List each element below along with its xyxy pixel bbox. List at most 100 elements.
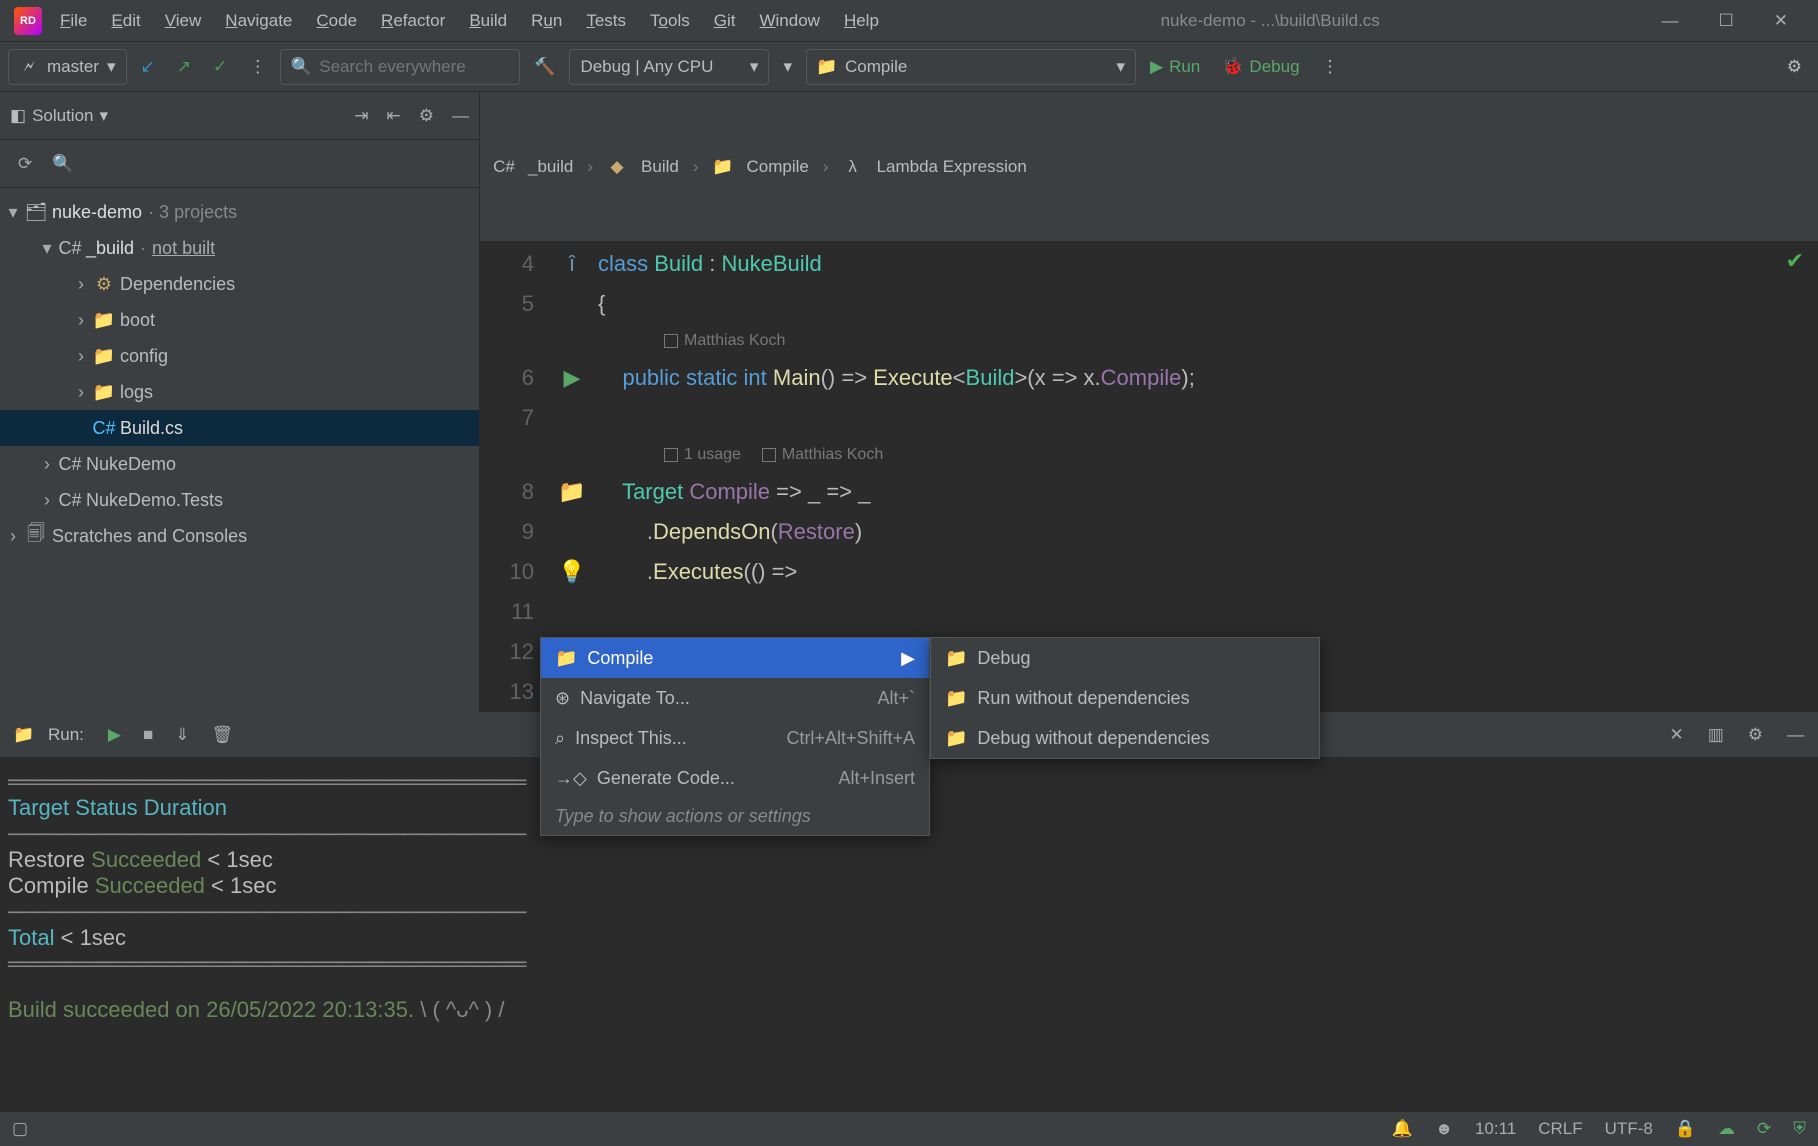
branch-selector[interactable]: 🗲 master ▾	[8, 49, 127, 85]
menu-help[interactable]: Help	[844, 11, 879, 31]
search-input[interactable]	[319, 57, 509, 77]
file-name: Build.cs	[120, 418, 183, 439]
project-nukedemo[interactable]: ›C# NukeDemo	[0, 446, 479, 482]
toolbar-more-icon[interactable]: ⋮	[1314, 57, 1347, 77]
tree-search-icon[interactable]: 🔍	[52, 154, 73, 174]
status-eol[interactable]: CRLF	[1538, 1119, 1582, 1139]
vcs-more-icon[interactable]: ⋮	[241, 57, 274, 77]
folder-label: boot	[120, 310, 155, 331]
row-total: Total	[8, 925, 54, 950]
bell-icon[interactable]: 🔔	[1392, 1119, 1413, 1139]
menu-build[interactable]: Build	[469, 11, 507, 31]
menu-refactor[interactable]: Refactor	[381, 11, 445, 31]
download-icon[interactable]: ⇓	[175, 725, 189, 745]
solution-panel-title[interactable]: ◧ Solution ▾	[10, 106, 108, 126]
code-editor[interactable]: ✔ 45678910111213 î ▶ 📁 💡 class Build : N…	[480, 242, 1818, 712]
menu-edit[interactable]: Edit	[111, 11, 140, 31]
crumb-build[interactable]: _build	[528, 157, 573, 177]
target-icon: 📁	[555, 648, 577, 669]
inspection-ok-icon: ✔	[1786, 248, 1804, 274]
layout-icon[interactable]: ▥	[1708, 725, 1724, 745]
ctx-generate[interactable]: →◇ Generate Code... Alt+Insert	[541, 758, 929, 798]
csproj-icon: C#	[60, 491, 80, 509]
close-panel-icon[interactable]: ✕	[1669, 725, 1683, 745]
project-build[interactable]: ▾ C# _build · not built	[0, 230, 479, 266]
sync-icon[interactable]: ⟳	[18, 154, 32, 174]
run-gutter-icon[interactable]: ▶	[564, 365, 581, 391]
ctx-compile[interactable]: 📁 Compile ▶	[541, 638, 929, 678]
run-config-label: Compile	[845, 57, 907, 77]
target-icon: 📁	[817, 57, 837, 77]
gear-icon[interactable]: ⚙	[1748, 725, 1763, 745]
menu-file[interactable]: File	[60, 11, 87, 31]
folder-dependencies[interactable]: ›⚙ Dependencies	[0, 266, 479, 302]
menu-code[interactable]: Code	[316, 11, 357, 31]
project-nukedemo-tests[interactable]: ›C# NukeDemo.Tests	[0, 482, 479, 518]
hide-panel-icon[interactable]: —	[452, 106, 469, 126]
run-button[interactable]: ▶ Run	[1142, 57, 1208, 77]
face-icon[interactable]: ☻	[1435, 1119, 1453, 1139]
maximize-button[interactable]: ☐	[1719, 11, 1734, 31]
crumb-lambda[interactable]: Lambda Expression	[877, 157, 1027, 177]
minimize-button[interactable]: —	[1662, 11, 1679, 31]
ctx-gen-label: Generate Code...	[597, 768, 735, 789]
crumb-compile[interactable]: Compile	[747, 157, 809, 177]
search-everywhere[interactable]: 🔍	[280, 49, 520, 85]
status-panel-icon[interactable]: ▢	[12, 1119, 28, 1139]
run-config-selector[interactable]: 📁 Compile ▾	[806, 49, 1136, 85]
status-enc[interactable]: UTF-8	[1605, 1119, 1653, 1139]
chevron-down-icon: ▾	[1116, 57, 1125, 77]
folder-config[interactable]: ›📁 config	[0, 338, 479, 374]
trash-icon[interactable]: 🗑	[212, 725, 234, 745]
settings-icon[interactable]: ⚙	[1779, 57, 1810, 77]
menu-view[interactable]: View	[165, 11, 202, 31]
gear-icon[interactable]: ⚙	[419, 106, 434, 126]
target-icon: 📁	[945, 648, 967, 669]
folder-logs[interactable]: ›📁 logs	[0, 374, 479, 410]
debug-button[interactable]: 🐞 Debug	[1214, 57, 1307, 77]
ctx-debug[interactable]: 📁 Debug	[931, 638, 1319, 678]
scratches[interactable]: ›🗐 Scratches and Consoles	[0, 518, 479, 554]
hide-icon[interactable]: —	[1787, 725, 1804, 745]
ctx-run-no-deps[interactable]: 📁 Run without dependencies	[931, 678, 1319, 718]
solution-root[interactable]: ▾ 🗂 nuke-demo · 3 projects	[0, 194, 479, 230]
shield-icon[interactable]: ⛨	[1793, 1119, 1806, 1139]
collapse-all-icon[interactable]: ⇥	[354, 106, 368, 126]
menu-navigate[interactable]: Navigate	[225, 11, 292, 31]
solution-icon: 🗂	[26, 203, 46, 221]
menu-tools[interactable]: Tools	[650, 11, 690, 31]
vcs-commit-icon[interactable]: ↗	[169, 57, 199, 77]
menu-tests[interactable]: Tests	[586, 11, 626, 31]
ctx-navigate[interactable]: ⊛ Navigate To... Alt+`	[541, 678, 929, 718]
config-dropdown-icon[interactable]: ▾	[775, 57, 800, 77]
sync-icon[interactable]: ⟳	[1757, 1119, 1771, 1139]
menu-window[interactable]: Window	[759, 11, 819, 31]
rerun-icon[interactable]: ▶	[108, 725, 121, 745]
close-button[interactable]: ✕	[1774, 11, 1788, 31]
target-gutter-icon[interactable]: 📁	[558, 479, 585, 505]
config-selector[interactable]: Debug | Any CPU ▾	[569, 49, 769, 85]
line-gutter: 45678910111213	[480, 242, 546, 712]
menu-git[interactable]: Git	[714, 11, 736, 31]
ctx-debugno-label: Debug without dependencies	[977, 728, 1209, 749]
vcs-check-icon[interactable]: ✓	[205, 57, 235, 77]
vcs-update-icon[interactable]: ↙	[133, 57, 163, 77]
crumb-class[interactable]: Build	[641, 157, 679, 177]
bulb-icon[interactable]: 💡	[558, 559, 585, 585]
solution-icon: ◧	[10, 106, 26, 126]
author-icon	[762, 448, 776, 462]
context-submenu: 📁 Debug 📁 Run without dependencies 📁 Deb…	[930, 637, 1320, 759]
lock-icon[interactable]: 🔒	[1675, 1119, 1696, 1139]
build-icon[interactable]: 🔨	[526, 57, 563, 77]
file-build-cs[interactable]: C# Build.cs	[0, 410, 479, 446]
class-icon: ◆	[607, 158, 627, 176]
stop-icon[interactable]: ■	[143, 725, 153, 745]
menu-run[interactable]: Run	[531, 11, 562, 31]
target-icon: 📁	[14, 726, 34, 744]
folder-boot[interactable]: ›📁 boot	[0, 302, 479, 338]
cloud-icon[interactable]: ☁	[1718, 1119, 1735, 1139]
chevron-down-icon: ▾	[107, 57, 116, 77]
ctx-inspect[interactable]: ⌕ Inspect This... Ctrl+Alt+Shift+A	[541, 718, 929, 758]
ctx-debug-no-deps[interactable]: 📁 Debug without dependencies	[931, 718, 1319, 758]
expand-all-icon[interactable]: ⇤	[387, 106, 401, 126]
